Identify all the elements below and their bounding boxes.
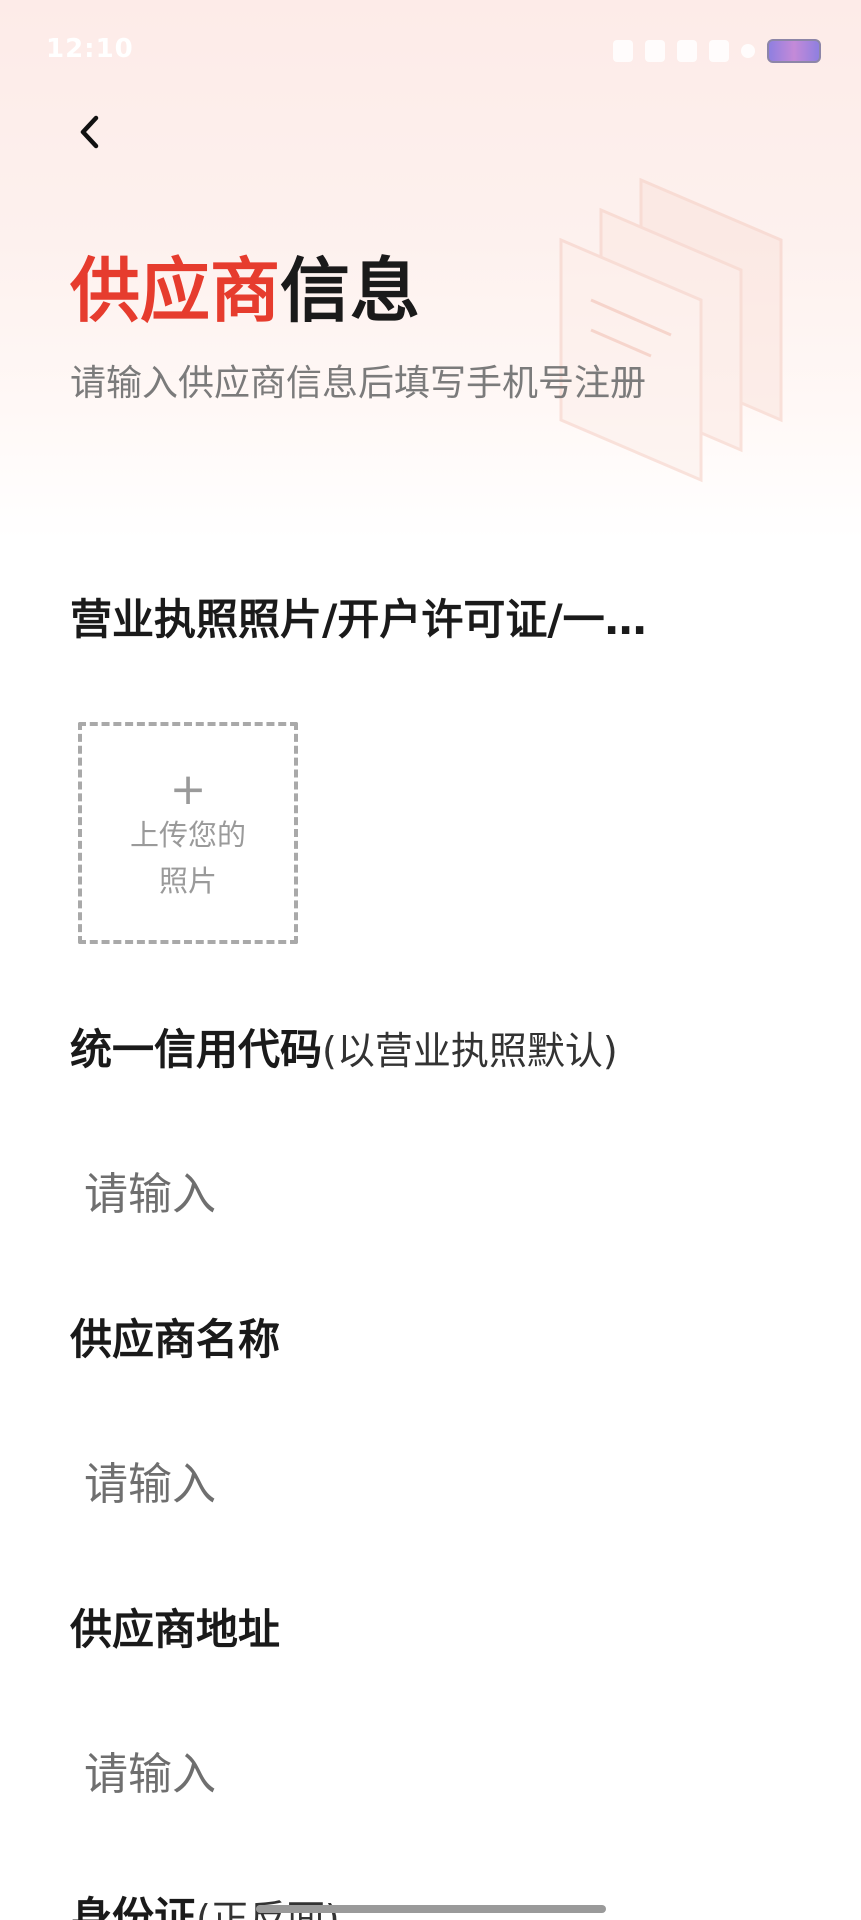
supplier-address-label: 供应商地址 [70,1605,281,1654]
credit-code-input[interactable] [70,1154,791,1234]
back-button[interactable] [70,110,110,154]
network-speed-icon [645,40,665,62]
battery-icon [767,39,821,63]
page-title: 供应商信息 [70,246,420,336]
supplier-name-label: 供应商名称 [70,1315,281,1364]
supplier-name-input[interactable] [70,1444,791,1524]
sim-icon [677,40,697,62]
page-title-accent: 供应商 [70,250,280,332]
license-photo-label: 营业执照照片/开户许可证/一… [70,595,647,644]
id-card-label-text: 身份证 [70,1893,197,1920]
chevron-left-icon [80,115,99,149]
signal-icon [709,40,729,62]
credit-code-label-text: 统一信用代码 [70,1025,323,1074]
decorative-document-illustration [559,177,783,483]
status-icons [613,36,821,66]
upload-hint-text: 上传您的照片 [129,818,246,898]
status-time: 12:10 [46,34,134,64]
wifi-icon [741,44,755,58]
supplier-address-input[interactable] [70,1734,791,1814]
notification-icon [613,40,633,62]
home-indicator[interactable] [256,1905,606,1913]
status-bar: 12:10 [0,0,861,100]
plus-icon: + [169,764,207,815]
credit-code-label: 统一信用代码(以营业执照默认) [70,1022,618,1079]
license-upload-button[interactable]: + 上传您的照片 [78,722,298,944]
page-subtitle: 请输入供应商信息后填写手机号注册 [70,363,647,404]
page-title-rest: 信息 [280,250,420,332]
credit-code-label-note: (以营业执照默认) [322,1029,618,1073]
